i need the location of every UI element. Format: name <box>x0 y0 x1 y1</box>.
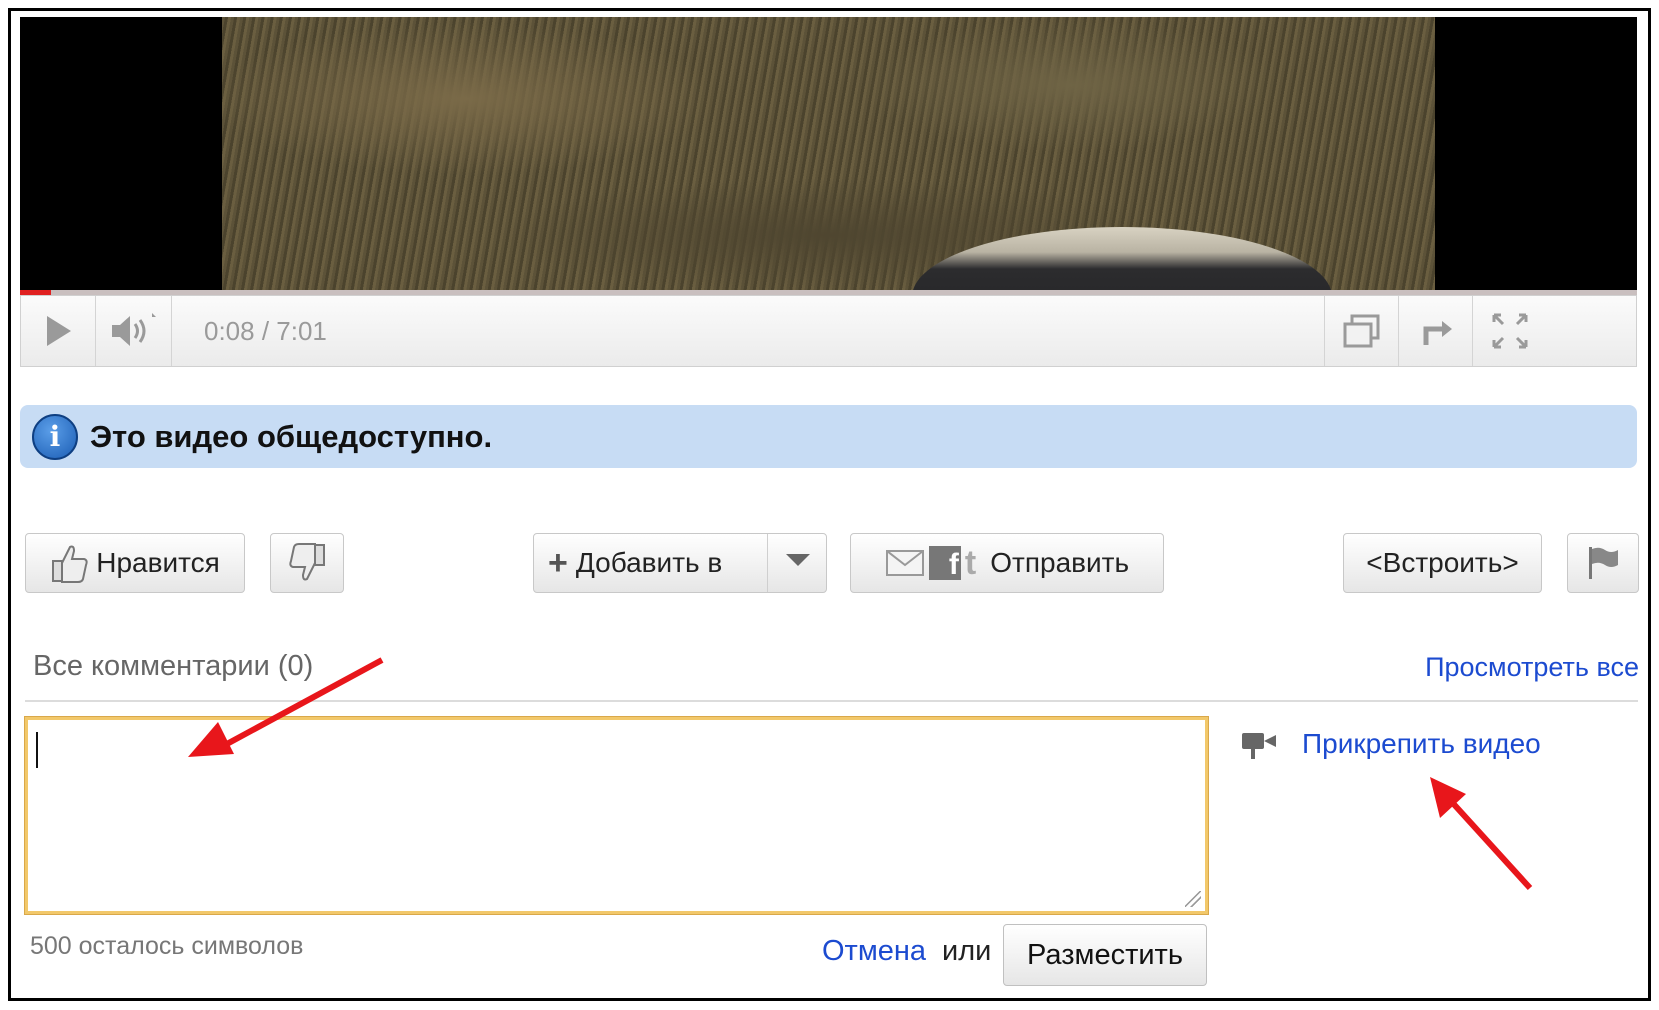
comments-divider <box>25 700 1638 702</box>
volume-icon <box>112 313 156 346</box>
flag-icon <box>1589 547 1618 579</box>
share-icon <box>1423 321 1452 345</box>
play-icon <box>47 316 71 346</box>
volume-button[interactable] <box>95 296 172 366</box>
dislike-button[interactable] <box>270 533 344 593</box>
video-content <box>912 227 1332 290</box>
twitter-icon: t <box>964 543 977 582</box>
info-icon: i <box>32 413 78 460</box>
view-all-link[interactable]: Просмотреть все <box>1425 652 1639 683</box>
add-to-button[interactable]: + Добавить в <box>533 533 827 593</box>
video-frame <box>222 17 1435 290</box>
add-to-label: Добавить в <box>575 547 723 578</box>
email-icon <box>885 550 924 576</box>
attach-video-label: Прикрепить видео <box>1302 728 1541 759</box>
plus-icon: + <box>548 543 568 582</box>
or-text: или <box>942 935 992 967</box>
player-controls: 0:08 / 7:01 <box>20 295 1637 367</box>
share-player-button[interactable] <box>1398 296 1473 366</box>
video-camera-icon <box>1242 731 1278 759</box>
button-divider <box>767 534 768 592</box>
play-button[interactable] <box>21 296 96 366</box>
popout-button[interactable] <box>1324 296 1399 366</box>
text-caret <box>36 732 38 768</box>
cancel-link[interactable]: Отмена <box>822 935 926 968</box>
thumbs-down-icon <box>289 543 325 581</box>
embed-button[interactable]: <Встроить> <box>1343 533 1542 593</box>
like-button[interactable]: Нравится <box>25 533 245 593</box>
chevron-down-icon[interactable] <box>786 554 810 566</box>
video-player[interactable] <box>20 17 1637 290</box>
notice-text: Это видео общедоступно. <box>90 418 493 454</box>
fullscreen-button[interactable] <box>1472 296 1547 366</box>
flag-button[interactable] <box>1567 533 1639 593</box>
resize-handle[interactable] <box>1185 891 1201 907</box>
post-button[interactable]: Разместить <box>1003 924 1207 986</box>
comments-title: Все комментарии (0) <box>33 650 314 682</box>
comment-input[interactable] <box>24 716 1209 915</box>
share-label: Отправить <box>990 547 1130 578</box>
share-button[interactable]: f t Отправить <box>850 533 1164 593</box>
attach-video-link[interactable]: Прикрепить видео <box>1242 728 1541 760</box>
chars-remaining: 500 осталось символов <box>30 932 304 960</box>
time-display: 0:08 / 7:01 <box>204 316 327 346</box>
public-video-notice: i Это видео общедоступно. <box>20 405 1637 468</box>
embed-label: <Встроить> <box>1366 547 1519 578</box>
popout-icon <box>1343 314 1380 348</box>
fullscreen-icon <box>1492 313 1528 349</box>
like-label: Нравится <box>96 547 220 578</box>
facebook-icon: f <box>928 546 961 581</box>
thumbs-up-icon <box>52 545 88 583</box>
